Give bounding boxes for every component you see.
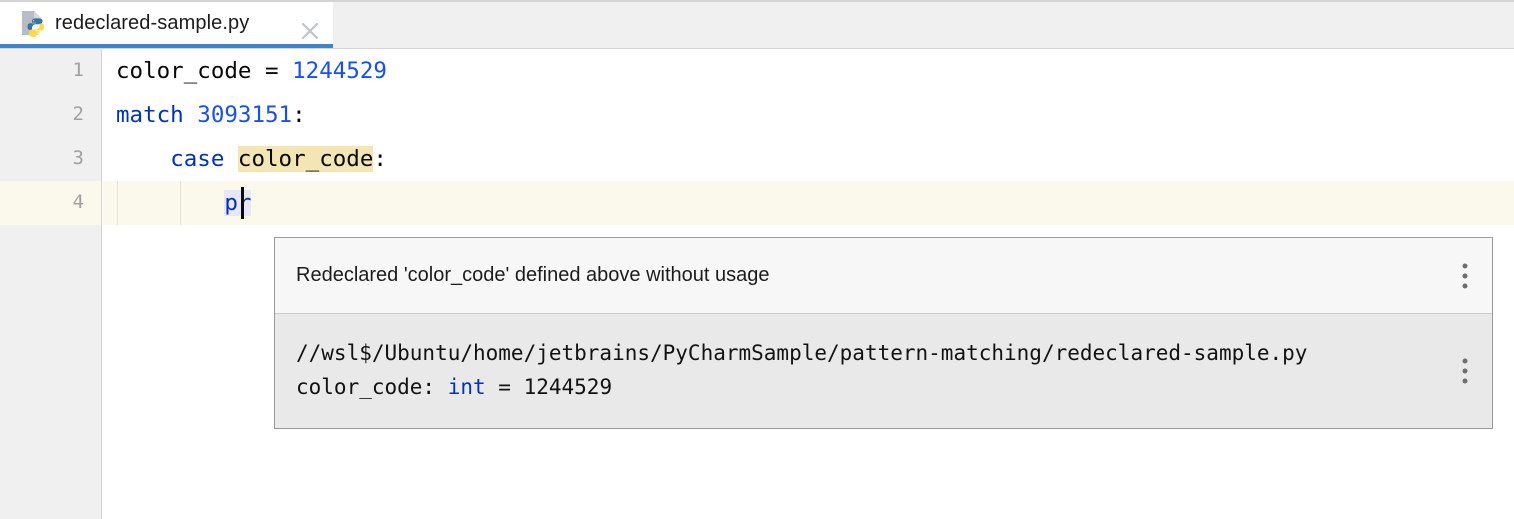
code-line-3[interactable]: case color_code: [116, 137, 387, 181]
code-line-2[interactable]: match 3093151: [116, 93, 306, 137]
more-options-icon[interactable] [1438, 238, 1492, 313]
active-tab-underline [0, 44, 333, 48]
code-line-3-indent [116, 146, 170, 172]
declaration-assign: = [485, 375, 524, 399]
code-line-1-name: color_code [116, 58, 252, 84]
close-icon[interactable] [297, 18, 323, 44]
declaration-file-path: //wsl$/Ubuntu/home/jetbrains/PyCharmSamp… [296, 341, 1308, 365]
editor-tab-bar: redeclared-sample.py [0, 0, 1514, 49]
more-options-dots [1462, 263, 1468, 288]
code-line-3-identifier: color_code [237, 146, 374, 172]
code-line-2-space [184, 102, 198, 128]
declaration-variable-name: color_code: [296, 375, 448, 399]
line-number-gutter: 1 2 3 4 [0, 49, 102, 519]
more-options-icon[interactable] [1438, 314, 1492, 428]
line-number-1: 1 [72, 59, 84, 81]
declaration-type: int [447, 375, 486, 399]
declaration-preview-section: //wsl$/Ubuntu/home/jetbrains/PyCharmSamp… [275, 314, 1492, 428]
editor-tab-redeclared-sample[interactable]: redeclared-sample.py [0, 2, 333, 44]
inspection-message: Redeclared 'color_code' defined above wi… [296, 264, 770, 286]
line-number-2: 2 [72, 103, 84, 125]
python-file-icon [18, 8, 48, 38]
pycharm-editor-window: redeclared-sample.py 1 2 3 4 color_code … [0, 0, 1514, 519]
code-line-4-token: pr [224, 190, 252, 216]
code-line-1-operator: = [251, 58, 293, 84]
tab-title: redeclared-sample.py [55, 11, 250, 34]
more-options-dots [1462, 358, 1468, 384]
code-line-2-value: 3093151 [197, 102, 293, 128]
code-line-1-value: 1244529 [292, 58, 387, 84]
code-line-2-colon: : [292, 102, 306, 128]
code-line-4[interactable]: pr [116, 181, 252, 225]
code-line-3-keyword: case [170, 146, 225, 172]
code-line-3-colon: : [373, 146, 387, 172]
declaration-value: 1244529 [523, 375, 613, 399]
code-line-4-indent [116, 190, 224, 216]
code-line-1[interactable]: color_code = 1244529 [116, 49, 387, 93]
code-line-3-space [224, 146, 238, 172]
inspection-message-section: Redeclared 'color_code' defined above wi… [275, 238, 1492, 314]
line-number-4: 4 [72, 191, 84, 213]
line-number-3: 3 [72, 147, 84, 169]
current-line-highlight [103, 181, 1514, 225]
text-caret [241, 187, 244, 219]
code-editor[interactable]: 1 2 3 4 color_code = 1244529 match 30931… [0, 49, 1514, 519]
declaration-code-snippet: color_code: int = 1244529 [296, 370, 1492, 404]
code-line-2-keyword: match [116, 102, 184, 128]
inspection-tooltip-popup[interactable]: Redeclared 'color_code' defined above wi… [274, 237, 1493, 429]
